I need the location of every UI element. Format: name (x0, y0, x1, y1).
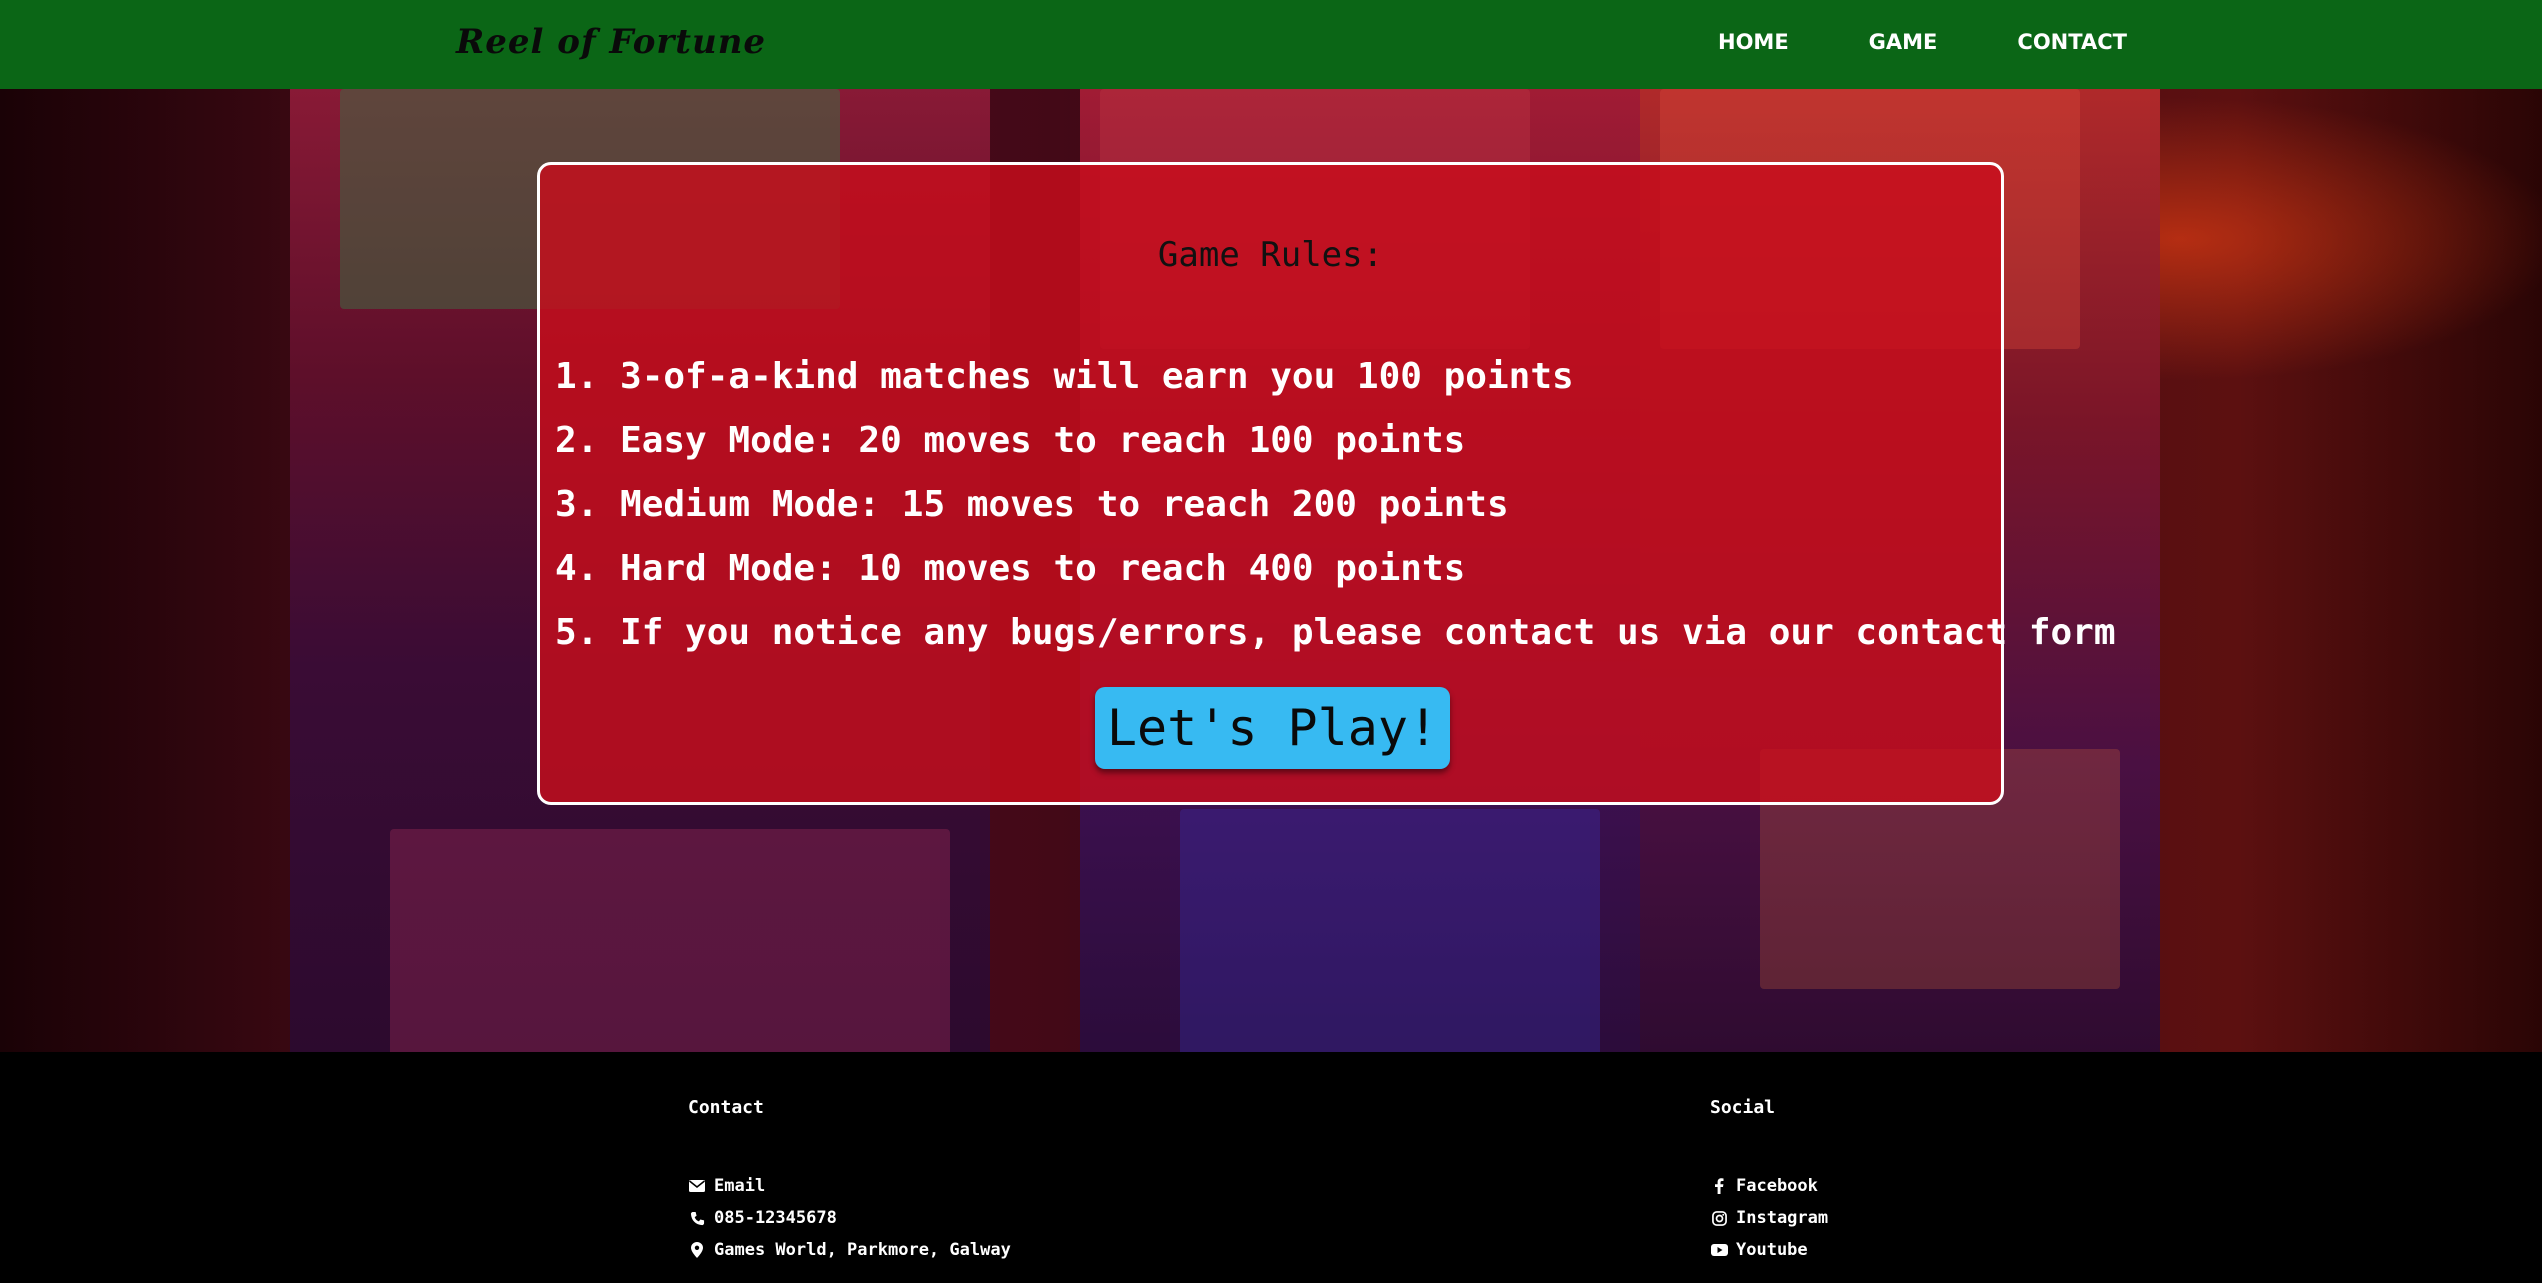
instagram-icon (1710, 1210, 1728, 1226)
footer-address: Games World, Parkmore, Galway (688, 1234, 1011, 1266)
rule-item: 1. 3-of-a-kind matches will earn you 100… (555, 356, 1574, 397)
footer-instagram-link[interactable]: Instagram (1710, 1202, 1828, 1234)
lets-play-button[interactable]: Let's Play! (1095, 687, 1450, 769)
footer-contact-column: Contact Email 085-12345678 Games World, … (688, 1097, 1011, 1266)
envelope-icon (688, 1180, 706, 1192)
footer: Contact Email 085-12345678 Games World, … (0, 1052, 2542, 1283)
map-marker-icon (688, 1242, 706, 1258)
rules-list: 1. 3-of-a-kind matches will earn you 100… (555, 345, 2116, 665)
rules-title: Game Rules: (1157, 235, 1384, 275)
nav-contact-link[interactable]: CONTACT (2017, 30, 2127, 54)
footer-youtube-link[interactable]: Youtube (1710, 1234, 1828, 1266)
game-rules-card: Game Rules: 1. 3-of-a-kind matches will … (537, 162, 2116, 805)
facebook-icon (1710, 1178, 1728, 1194)
footer-youtube-label: Youtube (1736, 1240, 1808, 1260)
machine-glass-panel (390, 829, 950, 1052)
footer-email-label: Email (714, 1176, 766, 1196)
youtube-icon (1710, 1244, 1728, 1256)
machine-glass-panel (1180, 809, 1600, 1052)
footer-facebook-label: Facebook (1736, 1176, 1818, 1196)
footer-facebook-link[interactable]: Facebook (1710, 1170, 1828, 1202)
nav-game-link[interactable]: GAME (1869, 30, 1938, 54)
nav-home-link[interactable]: HOME (1718, 30, 1789, 54)
footer-phone-link[interactable]: 085-12345678 (688, 1202, 1011, 1234)
nav-links: HOME GAME CONTACT (1718, 30, 2127, 54)
footer-email-link[interactable]: Email (688, 1170, 1011, 1202)
phone-icon (688, 1211, 706, 1226)
navbar: Reel of Fortune HOME GAME CONTACT (0, 0, 2542, 89)
footer-contact-heading: Contact (688, 1097, 764, 1118)
rule-item: 4. Hard Mode: 10 moves to reach 400 poin… (555, 548, 1466, 589)
rule-item: 3. Medium Mode: 15 moves to reach 200 po… (555, 484, 1509, 525)
footer-social-column: Social Facebook Instagram Youtube (1710, 1097, 1828, 1266)
rule-item: 2. Easy Mode: 20 moves to reach 100 poin… (555, 420, 1466, 461)
footer-instagram-label: Instagram (1736, 1208, 1829, 1228)
footer-phone-label: 085-12345678 (714, 1208, 837, 1228)
rule-item: 5. If you notice any bugs/errors, please… (555, 612, 2116, 653)
footer-social-heading: Social (1710, 1097, 1776, 1118)
brand-logo[interactable]: Reel of Fortune (456, 22, 766, 62)
footer-address-label: Games World, Parkmore, Galway (714, 1240, 1011, 1260)
